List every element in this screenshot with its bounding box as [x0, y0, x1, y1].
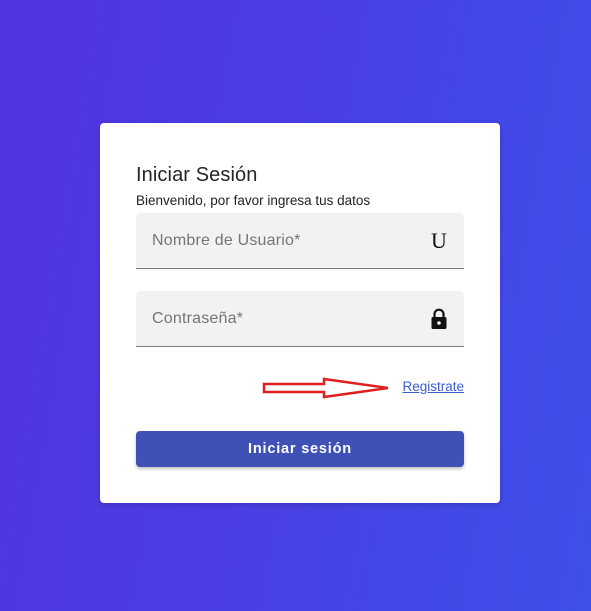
username-field[interactable]: Nombre de Usuario* U — [136, 213, 464, 269]
page-subtitle: Bienvenido, por favor ingresa tus datos — [136, 193, 371, 208]
password-field[interactable]: Contraseña* — [136, 291, 464, 347]
red-arrow-icon — [260, 377, 394, 399]
register-row: Registrate — [260, 375, 464, 399]
login-card: Iniciar Sesión Bienvenido, por favor ing… — [100, 123, 500, 503]
register-link[interactable]: Registrate — [402, 379, 464, 394]
login-button[interactable]: Iniciar sesión — [136, 431, 464, 467]
password-placeholder: Contraseña* — [152, 310, 244, 327]
u-letter-icon: U — [431, 228, 447, 253]
lock-icon — [428, 307, 450, 331]
username-placeholder: Nombre de Usuario* — [152, 232, 301, 249]
page-title: Iniciar Sesión — [136, 164, 258, 186]
